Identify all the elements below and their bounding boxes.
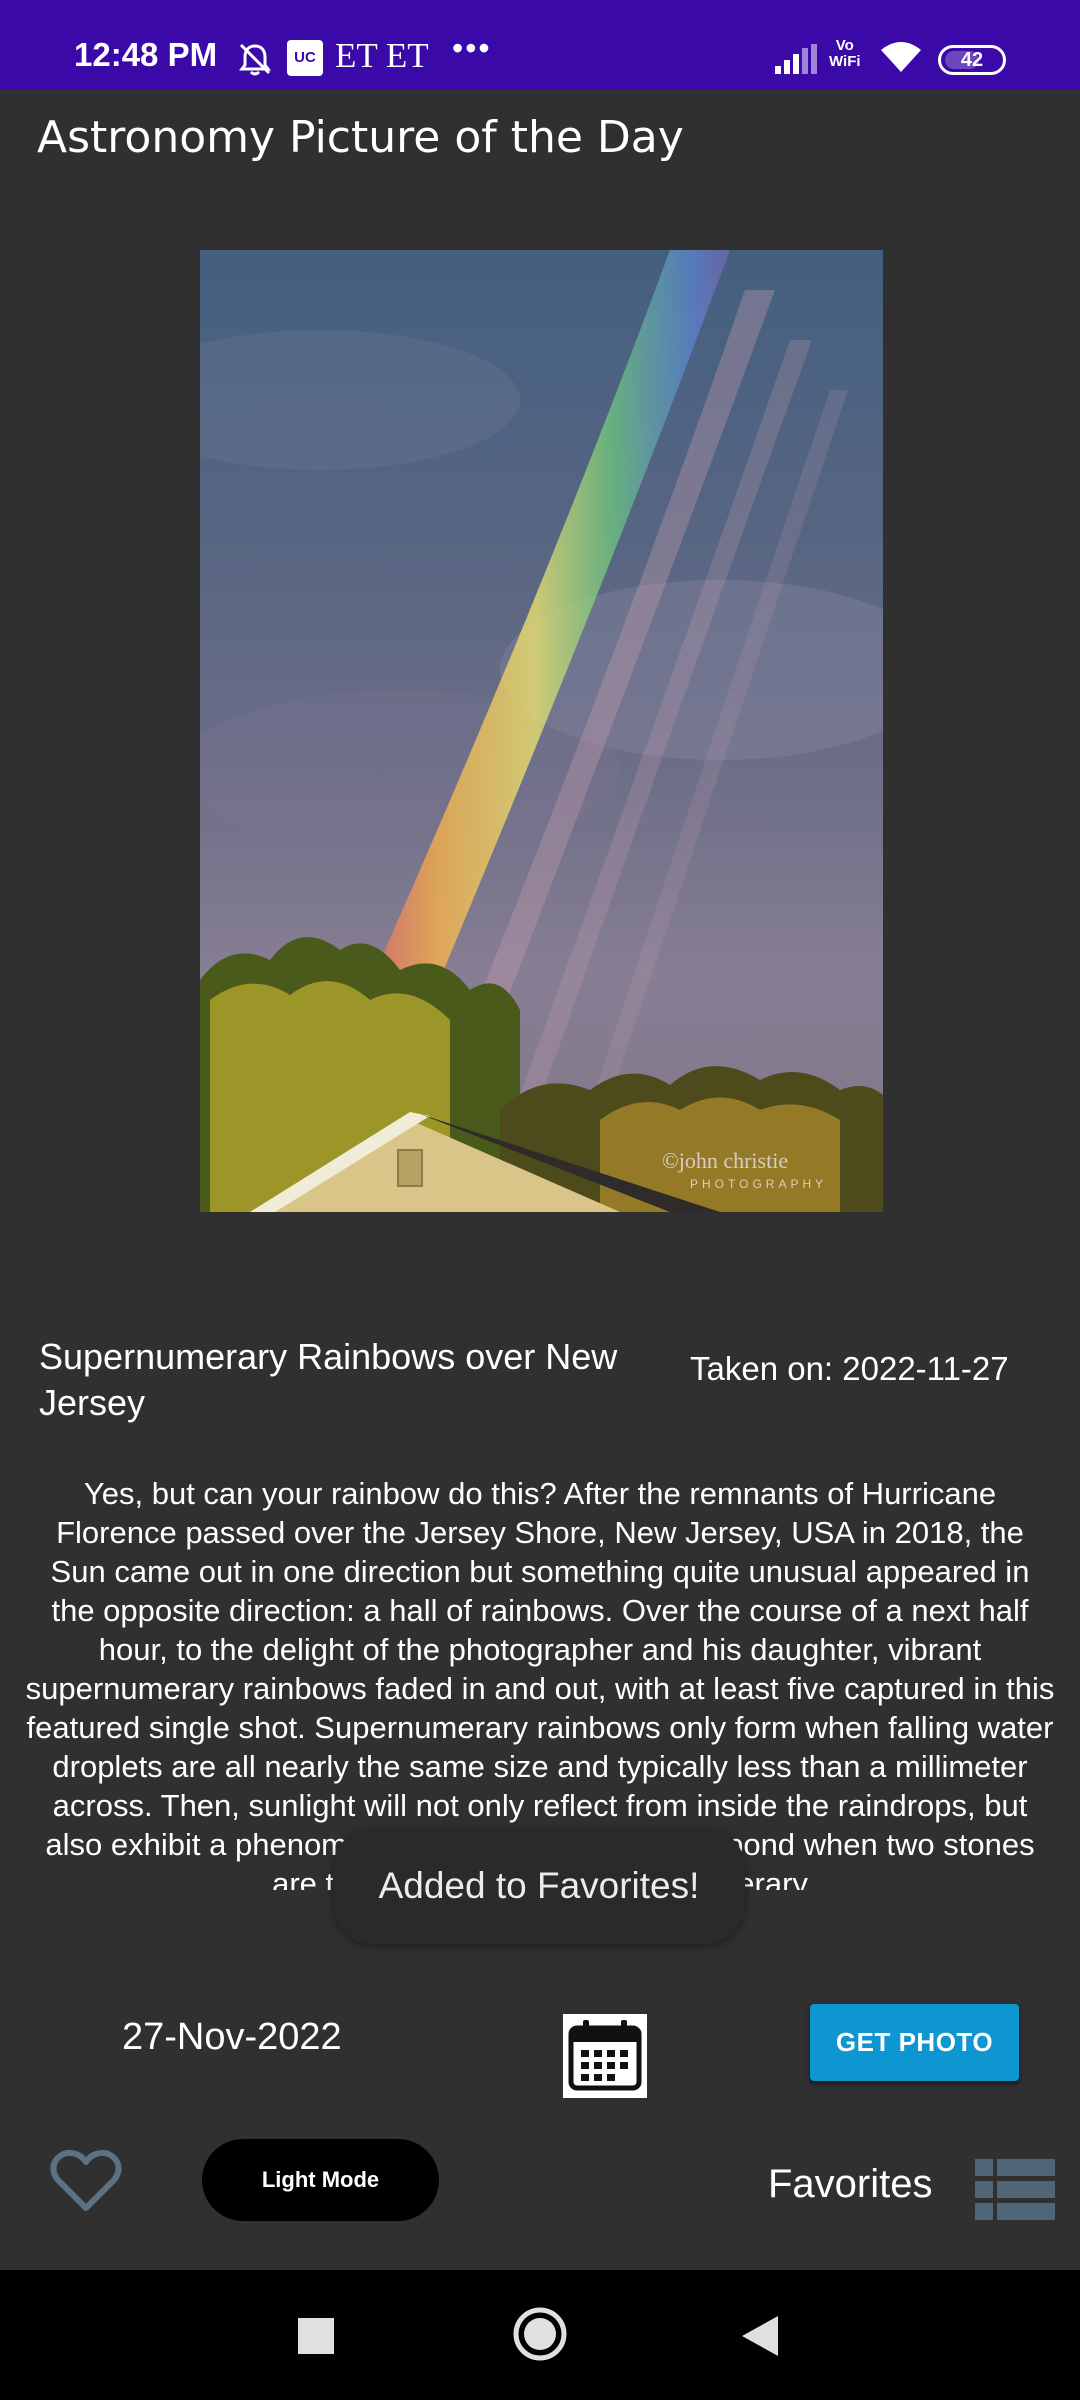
photo-watermark: ©john christie bbox=[662, 1148, 788, 1173]
get-photo-button[interactable]: GET PHOTO bbox=[810, 2004, 1019, 2081]
toast-message: Added to Favorites! bbox=[333, 1828, 745, 1944]
page-title: Astronomy Picture of the Day bbox=[37, 112, 684, 163]
calendar-icon bbox=[568, 2020, 642, 2091]
recents-square-icon[interactable] bbox=[298, 2318, 334, 2354]
status-time: 12:48 PM bbox=[74, 36, 218, 73]
et-notification-text: ET ET bbox=[335, 36, 429, 75]
wifi-icon bbox=[881, 42, 921, 72]
favorites-list-button[interactable] bbox=[975, 2159, 1055, 2221]
light-mode-button[interactable]: Light Mode bbox=[202, 2139, 439, 2221]
back-triangle-icon[interactable] bbox=[740, 2314, 780, 2358]
taken-on-date: Taken on: 2022-11-27 bbox=[690, 1350, 1009, 1387]
status-bar: 12:48 PM UC ET ET ••• Vo WiFi 42 bbox=[0, 0, 1080, 90]
bell-off-icon bbox=[239, 43, 271, 76]
calendar-button[interactable] bbox=[563, 2014, 647, 2098]
favorite-heart-button[interactable] bbox=[50, 2148, 122, 2214]
rainbow-photo-illustration: ©john christie PHOTOGRAPHY bbox=[200, 250, 883, 1212]
favorites-label[interactable]: Favorites bbox=[768, 2162, 933, 2207]
home-circle-icon[interactable] bbox=[512, 2306, 568, 2362]
vowifi-bottom-text: WiFi bbox=[829, 53, 861, 70]
uc-browser-icon: UC bbox=[287, 40, 323, 76]
photo-watermark-sub: PHOTOGRAPHY bbox=[690, 1177, 827, 1191]
battery-level: 42 bbox=[960, 49, 984, 71]
list-icon bbox=[975, 2159, 1055, 2220]
photo-title: Supernumerary Rainbows over New Jersey bbox=[39, 1336, 618, 1423]
more-notifications-icon: ••• bbox=[452, 30, 492, 66]
signal-icon bbox=[775, 44, 817, 74]
battery-indicator: 42 bbox=[938, 45, 1006, 75]
vowifi-top-text: Vo bbox=[835, 37, 854, 54]
vowifi-indicator: Vo WiFi bbox=[829, 38, 861, 70]
heart-outline-icon bbox=[50, 2149, 122, 2211]
selected-date: 27-Nov-2022 bbox=[122, 2016, 342, 2058]
apod-photo[interactable]: ©john christie PHOTOGRAPHY bbox=[200, 250, 883, 1212]
